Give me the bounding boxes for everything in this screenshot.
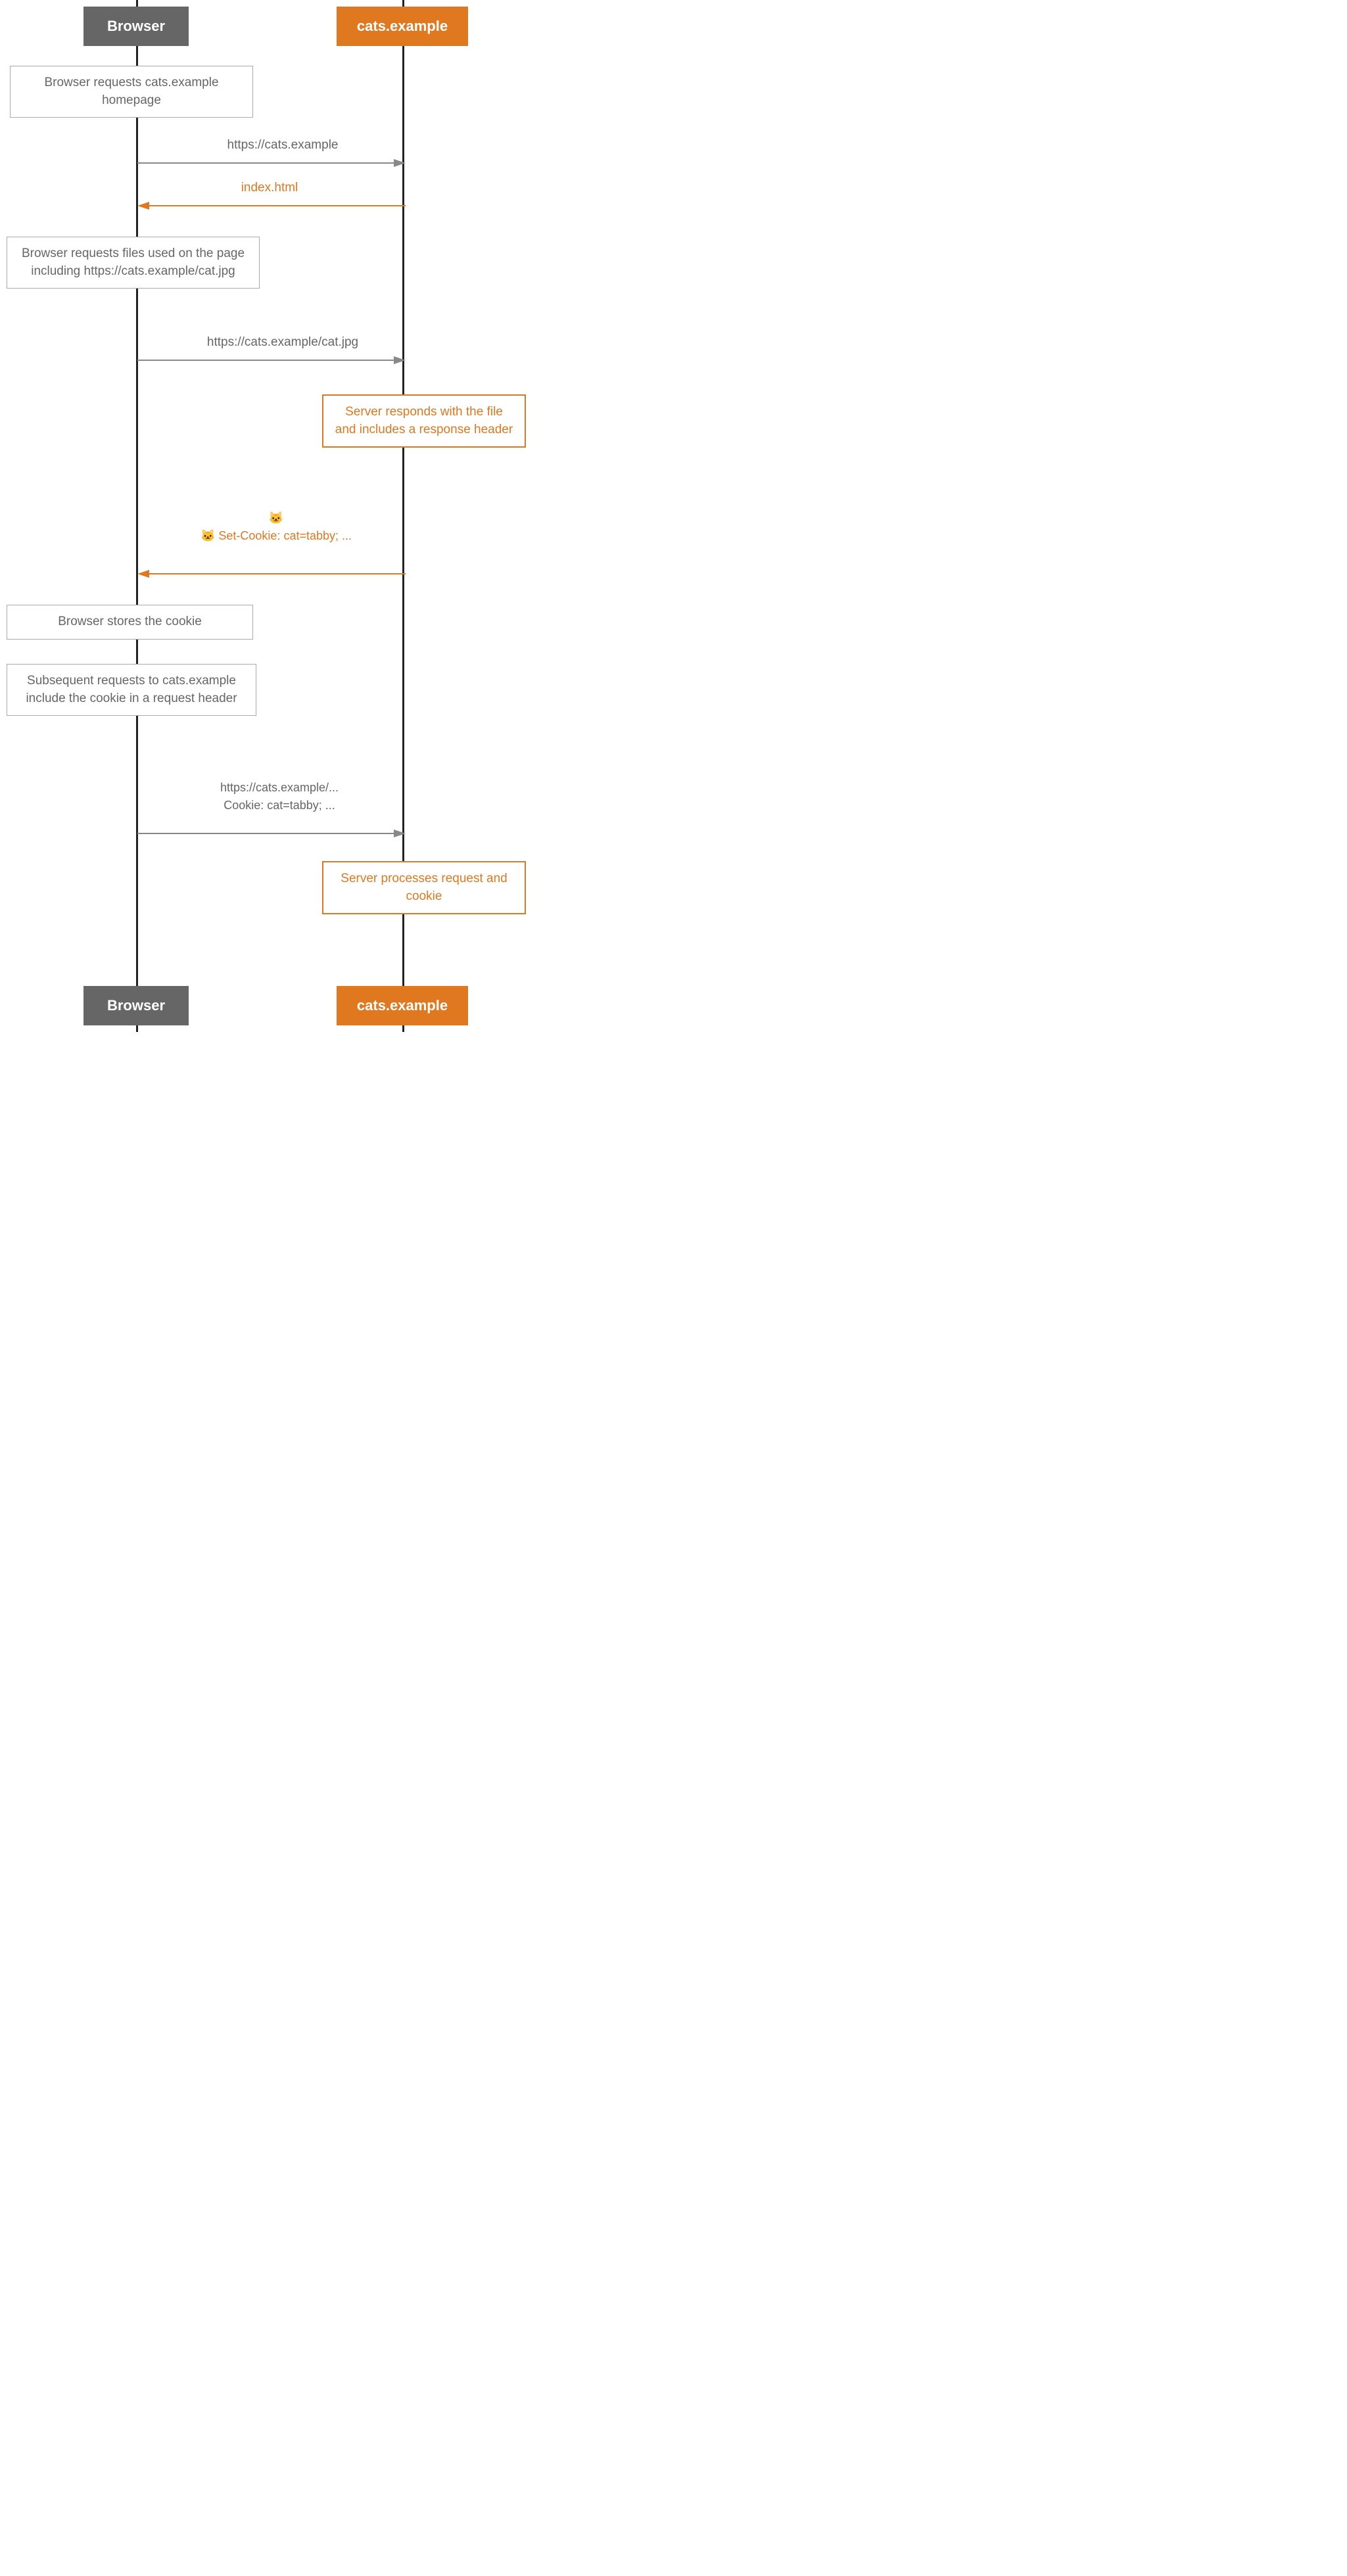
note-server-processes: Server processes request and cookie [322, 861, 526, 914]
arrow-label-set-cookie: 🐱 🐱 Set-Cookie: cat=tabby; ... [151, 509, 401, 545]
note-server-responds: Server responds with the file and includ… [322, 394, 526, 448]
arrow-label-subsequent: https://cats.example/... Cookie: cat=tab… [151, 779, 408, 814]
arrow-https-cats-example [137, 151, 406, 175]
note-browser-requests-files: Browser requests files used on the page … [7, 237, 260, 289]
actor-browser-bottom: Browser [83, 986, 189, 1025]
server-top-label: cats.example [357, 18, 448, 35]
browser-bottom-label: Browser [107, 997, 165, 1014]
arrow-label-index-html: index.html [184, 181, 355, 195]
arrow-subsequent [137, 822, 406, 845]
arrow-cat-jpg [137, 348, 406, 372]
arrow-index-html [137, 194, 406, 218]
note-subsequent-requests: Subsequent requests to cats.example incl… [7, 664, 256, 716]
arrow-label-https-cats: https://cats.example [164, 138, 401, 152]
browser-top-label: Browser [107, 18, 165, 35]
actor-server-top: cats.example [337, 7, 468, 46]
server-bottom-label: cats.example [357, 997, 448, 1014]
note-browser-stores-cookie: Browser stores the cookie [7, 605, 253, 640]
arrow-set-cookie [137, 562, 406, 586]
note-browser-request-homepage: Browser requests cats.example homepage [10, 66, 253, 118]
actor-server-bottom: cats.example [337, 986, 468, 1025]
actor-browser-top: Browser [83, 7, 189, 46]
arrow-label-cat-jpg: https://cats.example/cat.jpg [158, 335, 408, 350]
